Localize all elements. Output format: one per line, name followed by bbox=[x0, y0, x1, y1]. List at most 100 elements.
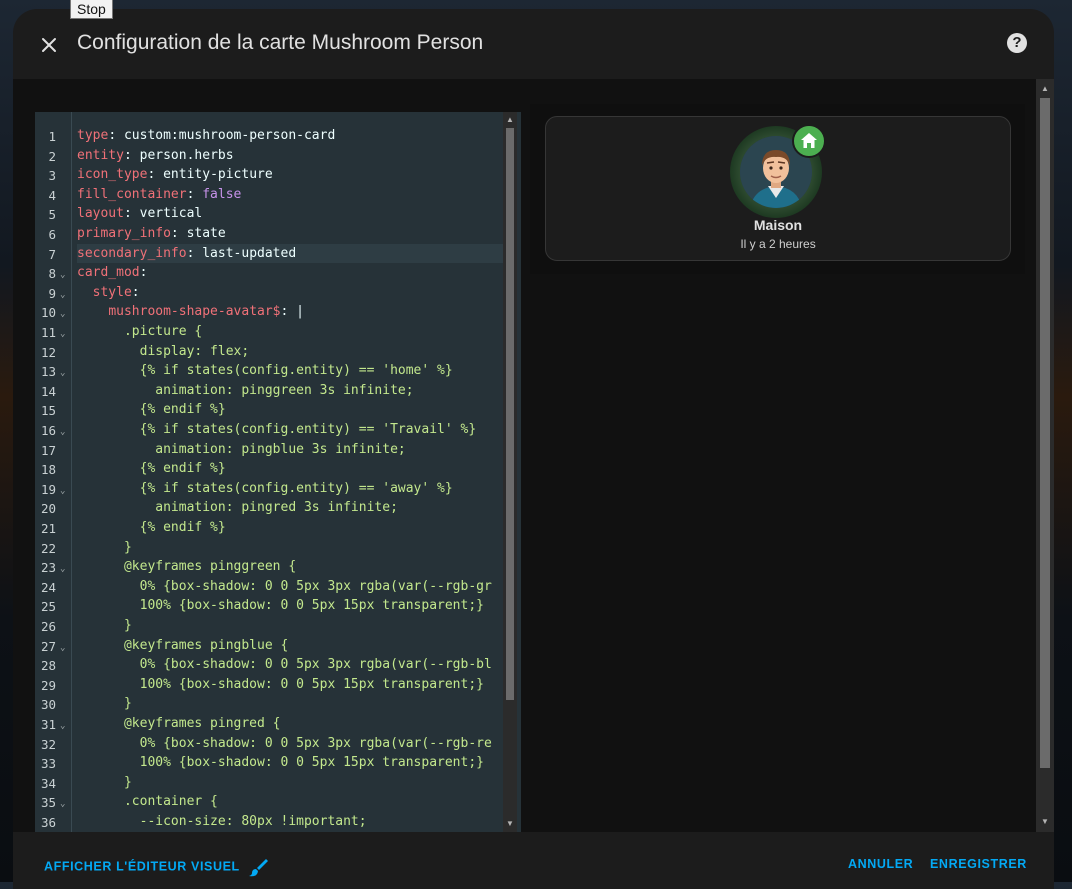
close-button[interactable] bbox=[35, 31, 63, 59]
code-token: primary_info bbox=[77, 226, 171, 241]
code-token: fill_container bbox=[77, 186, 187, 202]
line-number-label: 25 bbox=[40, 599, 56, 615]
code-line[interactable]: .container { bbox=[77, 792, 507, 812]
code-line[interactable]: {% if states(config.entity) == 'away' %} bbox=[77, 479, 507, 499]
card-preview: Maison Il y a 2 heures bbox=[530, 104, 1025, 274]
line-number-label: 6 bbox=[48, 227, 56, 242]
brush-icon bbox=[248, 859, 268, 877]
code-line[interactable]: } bbox=[77, 773, 507, 793]
dialog-scroll-up-icon[interactable]: ▲ bbox=[1040, 84, 1050, 94]
code-line[interactable]: 100% {box-shadow: 0 0 5px 15px transpare… bbox=[77, 753, 507, 773]
code-line[interactable]: {% endif %} bbox=[77, 518, 507, 538]
code-line[interactable]: display: flex; bbox=[77, 342, 507, 362]
line-number-label: 26 bbox=[40, 619, 56, 634]
fold-arrow-icon[interactable]: ⌄ bbox=[60, 799, 65, 809]
line-number-label: 18 bbox=[40, 462, 56, 478]
code-token: {% endif %} bbox=[77, 461, 226, 477]
dialog-content: 1 2 3 4 5 6 7 8 ⌄ 9 ⌄ 10 ⌄ 11 ⌄ 12 13 ⌄ 14 15 16 ⌄ 17 18 19 ⌄ 20 21… bbox=[13, 79, 1054, 832]
code-token: {% if states(config.entity) == 'Travail'… bbox=[77, 422, 477, 437]
code-token: animation: pinggreen 3s infinite; bbox=[77, 382, 414, 398]
code-line[interactable]: 100% {box-shadow: 0 0 5px 15px transpare… bbox=[77, 675, 507, 695]
code-line[interactable]: animation: pinggreen 3s infinite; bbox=[77, 381, 507, 401]
card-primary-info: Maison bbox=[753, 217, 803, 233]
line-number: 23 ⌄ bbox=[35, 558, 71, 578]
code-line[interactable]: 0% {box-shadow: 0 0 5px 3px rgba(var(--r… bbox=[77, 655, 507, 675]
fold-arrow-icon[interactable]: ⌄ bbox=[60, 721, 65, 731]
help-button[interactable]: ? bbox=[1007, 33, 1027, 53]
fold-arrow-icon[interactable]: ⌄ bbox=[60, 329, 65, 339]
show-visual-editor-button[interactable]: AFFICHER L'ÉDITEUR VISUEL bbox=[44, 857, 268, 877]
code-line[interactable]: 0% {box-shadow: 0 0 5px 3px rgba(var(--r… bbox=[77, 734, 507, 754]
line-number-label: 33 bbox=[40, 756, 56, 772]
fold-arrow-icon[interactable]: ⌄ bbox=[60, 290, 65, 300]
scroll-up-arrow-icon[interactable]: ▲ bbox=[505, 115, 515, 125]
dialog-title: Configuration de la carte Mushroom Perso… bbox=[77, 31, 484, 54]
fold-arrow-icon[interactable]: ⌄ bbox=[60, 368, 65, 378]
save-button[interactable]: ENREGISTRER bbox=[930, 857, 1027, 871]
code-line[interactable]: icon_type: entity-picture bbox=[77, 165, 507, 185]
code-token: {% if states(config.entity) == 'home' %} bbox=[77, 363, 453, 379]
line-number-label: 5 bbox=[48, 207, 56, 223]
mushroom-person-card[interactable]: Maison Il y a 2 heures bbox=[545, 116, 1011, 261]
code-line[interactable]: fill_container: false bbox=[77, 185, 507, 205]
code-token: mushroom-shape-avatar$ bbox=[108, 304, 281, 320]
code-line[interactable]: {% if states(config.entity) == 'home' %} bbox=[77, 361, 507, 381]
code-line[interactable]: } bbox=[77, 694, 507, 714]
code-line[interactable]: mushroom-shape-avatar$: | bbox=[77, 302, 507, 322]
home-icon bbox=[801, 133, 817, 148]
code-line[interactable]: card_mod: bbox=[77, 263, 507, 283]
fold-arrow-icon[interactable]: ⌄ bbox=[60, 564, 65, 574]
line-number-label: 12 bbox=[40, 344, 56, 360]
code-line[interactable]: } bbox=[77, 538, 507, 558]
code-line[interactable]: .picture { bbox=[77, 322, 507, 342]
line-number-label: 17 bbox=[40, 442, 56, 458]
line-number: 27 ⌄ bbox=[35, 637, 71, 657]
code-token: } bbox=[77, 618, 132, 633]
code-line[interactable]: entity: person.herbs bbox=[77, 146, 507, 166]
code-line[interactable]: 100% {box-shadow: 0 0 5px 15px transpare… bbox=[77, 596, 507, 616]
yaml-code-editor[interactable]: 1 2 3 4 5 6 7 8 ⌄ 9 ⌄ 10 ⌄ 11 ⌄ 12 13 ⌄ 14 15 16 ⌄ 17 18 19 ⌄ 20 21… bbox=[35, 112, 521, 832]
dialog-header: Configuration de la carte Mushroom Perso… bbox=[13, 9, 1054, 79]
code-line[interactable]: --icon-size: 80px !important; bbox=[77, 812, 507, 832]
code-line[interactable]: type: custom:mushroom-person-card bbox=[77, 126, 507, 146]
fold-arrow-icon[interactable]: ⌄ bbox=[60, 486, 65, 496]
code-line[interactable]: layout: vertical bbox=[77, 204, 507, 224]
line-number: 2 bbox=[35, 147, 71, 167]
code-line[interactable]: animation: pingblue 3s infinite; bbox=[77, 440, 507, 460]
line-number: 7 bbox=[35, 245, 71, 265]
line-number-label: 23 bbox=[40, 560, 56, 576]
fold-arrow-icon[interactable]: ⌄ bbox=[60, 270, 65, 280]
line-number-label: 15 bbox=[40, 403, 56, 419]
line-number: 8 ⌄ bbox=[35, 264, 71, 284]
code-token: .picture { bbox=[77, 324, 203, 339]
code-line[interactable]: animation: pingred 3s infinite; bbox=[77, 498, 507, 518]
scroll-down-arrow-icon[interactable]: ▼ bbox=[505, 819, 515, 829]
dialog-scrollbar-thumb[interactable] bbox=[1040, 98, 1050, 768]
code-line[interactable]: secondary_info: last-updated bbox=[77, 243, 507, 264]
code-line[interactable]: } bbox=[77, 616, 507, 636]
code-line[interactable]: @keyframes pingblue { bbox=[77, 636, 507, 656]
line-number: 15 bbox=[35, 401, 71, 421]
code-line[interactable]: @keyframes pinggreen { bbox=[77, 557, 507, 577]
code-line[interactable]: {% endif %} bbox=[77, 400, 507, 420]
dialog-scrollbar[interactable]: ▲ ▼ bbox=[1036, 79, 1054, 832]
editor-scrollbar[interactable]: ▲ ▼ bbox=[503, 112, 517, 832]
line-number: 18 bbox=[35, 460, 71, 480]
dialog-scroll-down-icon[interactable]: ▼ bbox=[1040, 817, 1050, 827]
code-line[interactable]: primary_info: state bbox=[77, 224, 507, 244]
code-line[interactable]: {% if states(config.entity) == 'Travail'… bbox=[77, 420, 507, 440]
code-line[interactable]: {% endif %} bbox=[77, 459, 507, 479]
code-line[interactable]: style: bbox=[77, 283, 507, 303]
fold-arrow-icon[interactable]: ⌄ bbox=[60, 309, 65, 319]
editor-scrollbar-thumb[interactable] bbox=[506, 128, 514, 700]
code-token: {% endif %} bbox=[77, 520, 226, 535]
code-token: entity-picture bbox=[163, 167, 273, 183]
code-line[interactable]: 0% {box-shadow: 0 0 5px 3px rgba(var(--r… bbox=[77, 577, 507, 597]
code-token: : | bbox=[280, 304, 304, 320]
fold-arrow-icon[interactable]: ⌄ bbox=[60, 643, 65, 653]
code-token: {% endif %} bbox=[77, 402, 226, 418]
fold-arrow-icon[interactable]: ⌄ bbox=[60, 427, 65, 437]
code-line[interactable]: @keyframes pingred { bbox=[77, 714, 507, 734]
cancel-button[interactable]: ANNULER bbox=[848, 857, 913, 871]
